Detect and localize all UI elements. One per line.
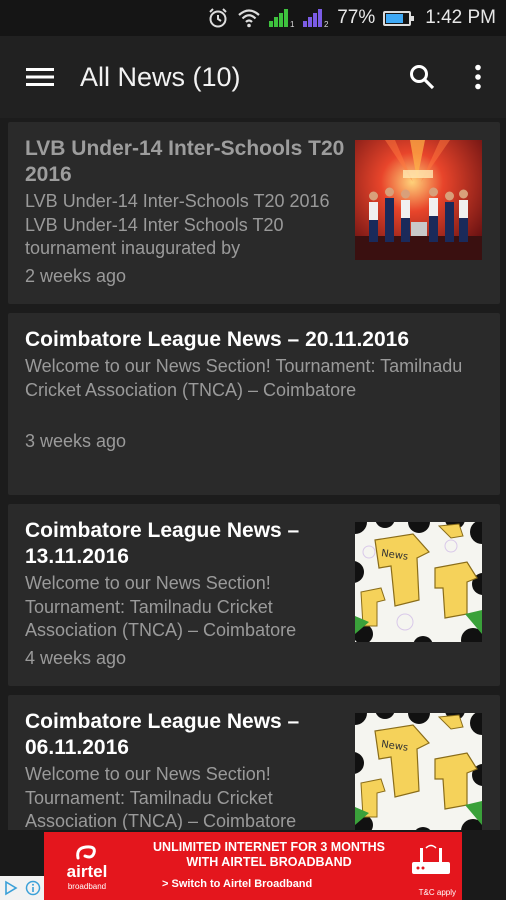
svg-text:2: 2: [324, 20, 329, 28]
wifi-icon: [237, 8, 261, 28]
svg-text:1: 1: [290, 20, 295, 28]
news-time: 3 weeks ago: [25, 431, 127, 451]
battery-level-fill: [386, 13, 404, 23]
news-time: 4 weeks ago: [25, 648, 127, 668]
news-thumbnail: [355, 140, 482, 260]
clock: 1:42 PM: [425, 7, 496, 28]
news-excerpt: Welcome to our News Section! Tournament:…: [25, 764, 297, 831]
menu-button[interactable]: [0, 36, 80, 118]
airtel-logo: airtel broadband: [52, 838, 122, 896]
menu-icon: [26, 68, 54, 86]
news-item[interactable]: Coimbatore League News – 20.11.2016 Welc…: [8, 313, 500, 495]
news-item[interactable]: Coimbatore League News – 13.11.2016 Welc…: [8, 504, 500, 686]
app-bar: All News (10): [0, 36, 506, 118]
news-time: 2 weeks ago: [25, 266, 127, 286]
airtel-swirl-icon: [76, 844, 96, 859]
ad-headline: UNLIMITED INTERNET FOR 3 MONTHS WITH AIR…: [134, 840, 404, 870]
overflow-menu-icon: [475, 64, 481, 90]
search-icon: [410, 65, 435, 90]
news-list: LVB Under-14 Inter-Schools T20 2016 LVB …: [8, 122, 500, 886]
page-title: All News (10): [80, 61, 241, 92]
news-excerpt: LVB Under-14 Inter-Schools T20 2016 LVB …: [25, 191, 330, 258]
news-item[interactable]: LVB Under-14 Inter-Schools T20 2016 LVB …: [8, 122, 500, 304]
ad-terms: T&C apply: [418, 888, 456, 897]
status-bar: 1 2 77% 1:42 PM: [0, 0, 506, 36]
battery-icon: [383, 10, 415, 26]
info-icon: [25, 880, 40, 896]
signal-sim2-icon: 2: [303, 8, 329, 28]
ad-brand: airtel: [66, 861, 108, 881]
news-excerpt: Welcome to our News Section! Tournament:…: [25, 356, 463, 400]
router-icon: [412, 844, 450, 874]
news-title: Coimbatore League News – 13.11.2016: [25, 519, 300, 568]
news-title: Coimbatore League News – 06.11.2016: [25, 710, 300, 759]
news-excerpt: Welcome to our News Section! Tournament:…: [25, 573, 297, 640]
news-title: LVB Under-14 Inter-Schools T20 2016: [25, 137, 345, 186]
alarm-icon: [207, 7, 229, 29]
ad-brand-sub: broadband: [67, 881, 107, 891]
signal-sim1-icon: 1: [269, 8, 295, 28]
news-thumbnail: News: [355, 713, 482, 833]
battery-percent: 77%: [337, 7, 376, 28]
ad-cta-link[interactable]: > Switch to Airtel Broadband: [162, 878, 312, 890]
ad-headline-line2: WITH AIRTEL BROADBAND: [186, 855, 352, 869]
search-button[interactable]: [394, 36, 450, 118]
ad-choices-icon: [4, 880, 18, 896]
news-thumbnail: News: [355, 522, 482, 642]
news-title: Coimbatore League News – 20.11.2016: [25, 328, 410, 351]
ad-banner[interactable]: airtel broadband UNLIMITED INTERNET FOR …: [44, 832, 462, 900]
ad-headline-line1: UNLIMITED INTERNET FOR 3 MONTHS: [153, 840, 385, 854]
ad-info-badge[interactable]: [0, 876, 44, 900]
overflow-menu-button[interactable]: [450, 36, 506, 118]
